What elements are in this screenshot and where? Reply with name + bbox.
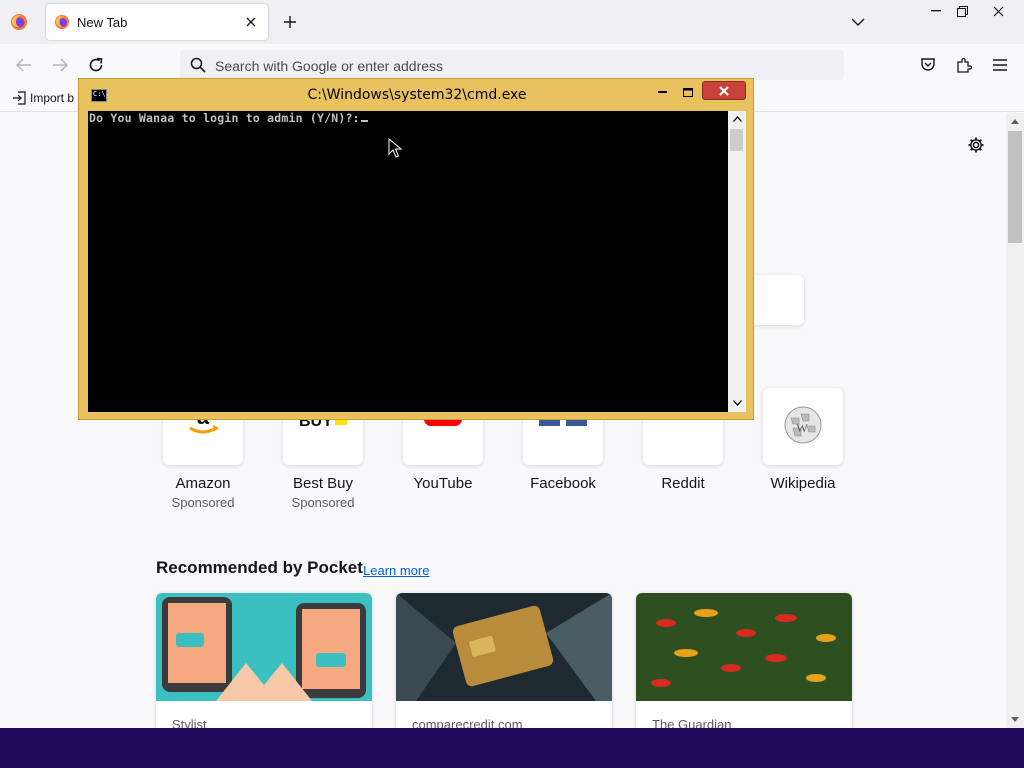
- import-bookmarks-button[interactable]: Import b: [12, 91, 74, 105]
- shortcut-name: Reddit: [661, 475, 705, 492]
- cmd-maximize-icon[interactable]: [675, 83, 701, 101]
- console-line: Do You Wanaa to login to admin (Y/N)?:: [89, 111, 368, 125]
- pocket-card[interactable]: Stylist: [156, 593, 372, 728]
- address-bar[interactable]: Search with Google or enter address: [180, 50, 844, 80]
- address-bar-placeholder: Search with Google or enter address: [215, 58, 444, 74]
- page-scrollbar[interactable]: [1006, 113, 1024, 728]
- card-source: Stylist: [172, 717, 207, 728]
- shortcut-name: Wikipedia: [770, 475, 836, 492]
- tab-close-icon[interactable]: [242, 13, 260, 31]
- tab-new-tab[interactable]: New Tab: [46, 4, 268, 40]
- pocket-save-icon[interactable]: [916, 53, 940, 77]
- back-arrow-icon[interactable]: [12, 53, 36, 77]
- console-output-area[interactable]: Do You Wanaa to login to admin (Y/N)?:: [88, 111, 728, 412]
- card-source: The Guardian: [652, 717, 732, 728]
- shortcut-sponsored-label: Sponsored: [171, 495, 235, 510]
- hamburger-menu-icon[interactable]: [988, 53, 1012, 77]
- firefox-icon[interactable]: [10, 13, 28, 31]
- scrollbar-thumb[interactable]: [1008, 131, 1022, 243]
- text-cursor-caret: [360, 120, 368, 122]
- mouse-pointer-icon: [388, 138, 402, 158]
- card-image: [396, 593, 612, 701]
- cmd-scroll-up-arrow-icon[interactable]: [728, 111, 746, 127]
- svg-text:W: W: [796, 421, 808, 435]
- pocket-card[interactable]: The Guardian: [636, 593, 852, 728]
- shortcut-name: YouTube: [413, 475, 473, 492]
- search-icon: [190, 57, 206, 73]
- scroll-up-arrow-icon[interactable]: [1006, 113, 1024, 129]
- card-source: comparecredit.com: [412, 717, 523, 728]
- new-tab-plus-icon[interactable]: [280, 12, 300, 32]
- tab-bar: New Tab: [0, 0, 1024, 44]
- import-bookmarks-label: Import b: [30, 91, 75, 105]
- shortcut-wikipedia[interactable]: W Wikipedia: [753, 388, 853, 492]
- cmd-close-icon[interactable]: [702, 81, 746, 100]
- shortcut-tile: W: [763, 388, 843, 465]
- pocket-learn-more-link[interactable]: Learn more: [363, 563, 429, 578]
- scroll-down-arrow-icon[interactable]: [1006, 711, 1024, 727]
- card-image: [156, 593, 372, 701]
- pocket-heading: Recommended by Pocket: [156, 558, 363, 577]
- window-minimize-icon[interactable]: [924, 0, 948, 22]
- shortcut-name: Best Buy: [292, 475, 354, 492]
- cmd-scrollbar[interactable]: [728, 111, 746, 412]
- tab-title: New Tab: [77, 15, 128, 30]
- list-all-tabs-chevron-icon[interactable]: [848, 12, 868, 32]
- console-prompt-text: Do You Wanaa to login to admin (Y/N)?:: [89, 111, 360, 125]
- windows-taskbar: [0, 728, 1024, 768]
- pocket-card[interactable]: comparecredit.com: [396, 593, 612, 728]
- window-close-icon[interactable]: [976, 0, 1020, 22]
- firefox-tab-icon: [55, 15, 69, 29]
- wikipedia-globe-icon: W: [784, 406, 822, 444]
- cmd-minimize-icon[interactable]: [649, 83, 675, 101]
- cmd-window[interactable]: C:\. C:\Windows\system32\cmd.exe Do You …: [78, 78, 754, 420]
- shortcut-name: Amazon: [175, 475, 231, 492]
- shortcut-name: Facebook: [530, 475, 596, 492]
- shortcut-sponsored-label: Sponsored: [291, 495, 355, 510]
- reload-icon[interactable]: [84, 53, 108, 77]
- extensions-icon[interactable]: [952, 53, 976, 77]
- import-icon: [13, 91, 26, 105]
- cmd-scroll-down-arrow-icon[interactable]: [728, 395, 746, 411]
- gear-icon[interactable]: [966, 135, 986, 155]
- cmd-scrollbar-thumb[interactable]: [730, 129, 743, 151]
- window-restore-icon[interactable]: [950, 0, 974, 22]
- card-image: [636, 593, 852, 701]
- forward-arrow-icon[interactable]: [48, 53, 72, 77]
